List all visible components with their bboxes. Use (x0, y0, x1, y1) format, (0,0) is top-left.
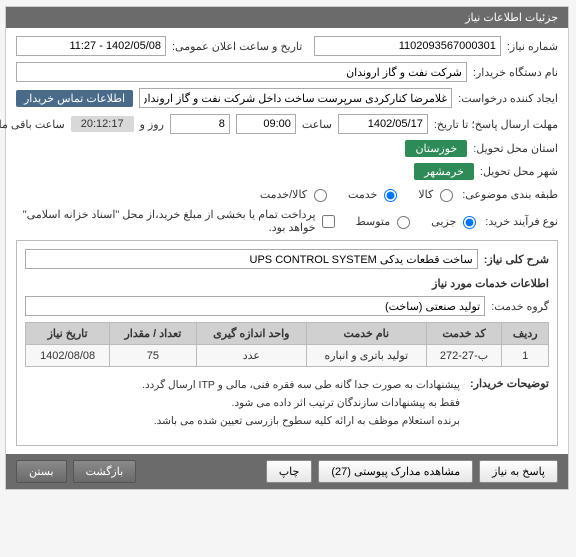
subject-classification-label: طبقه بندی موضوعی: (463, 188, 559, 201)
th-qty: تعداد / مقدار (111, 323, 197, 345)
attachments-button[interactable]: مشاهده مدارک پیوستی (27) (319, 460, 474, 483)
buyer-org-label: نام دستگاه خریدار: (474, 66, 559, 79)
deadline-days-label: روز و (141, 118, 165, 131)
remaining-time-badge: 20:12:17 (72, 116, 135, 132)
table-header-row: ردیف کد خدمت نام خدمت واحد اندازه گیری ت… (27, 323, 550, 345)
need-subject-field[interactable] (26, 249, 479, 269)
public-announce-label: تاریخ و ساعت اعلان عمومی: (173, 40, 303, 53)
th-unit: واحد اندازه گیری (197, 323, 307, 345)
buy-type-option-minor[interactable]: جزیی (432, 213, 480, 229)
back-button[interactable]: بازگشت (74, 460, 138, 483)
cell-code: ب-27-272 (427, 345, 503, 367)
cell-name: تولید باتری و انباره (308, 345, 428, 367)
services-section-title: اطلاعات خدمات مورد نیاز (26, 277, 550, 290)
deadline-date-field[interactable] (339, 114, 429, 134)
close-button[interactable]: بستن (17, 460, 68, 483)
panel-title: جزئیات اطلاعات نیاز (7, 7, 569, 28)
need-details-panel: جزئیات اطلاعات نیاز شماره نیاز: تاریخ و … (6, 6, 570, 490)
buyer-notes-text: پیشنهادات به صورت جدا گانه طی سه فقره فن… (26, 377, 465, 431)
th-idx: ردیف (503, 323, 550, 345)
subject-cls-option-both[interactable]: کالا/خدمت (261, 186, 331, 202)
details-inner-box: شرح کلی نیاز: اطلاعات خدمات مورد نیاز گر… (17, 240, 559, 446)
city-label: شهر محل تحویل: (481, 165, 559, 178)
deadline-days-field[interactable] (171, 114, 231, 134)
reply-button[interactable]: پاسخ به نیاز (480, 460, 559, 483)
cell-date: 1402/08/08 (27, 345, 111, 367)
panel-body: شماره نیاز: تاریخ و ساعت اعلان عمومی: نا… (7, 28, 569, 454)
cell-qty: 75 (111, 345, 197, 367)
creator-field[interactable] (140, 88, 453, 108)
cell-unit: عدد (197, 345, 307, 367)
th-code: کد خدمت (427, 323, 503, 345)
remaining-time-label: ساعت باقی مانده (0, 118, 66, 131)
th-date: تاریخ نیاز (27, 323, 111, 345)
buy-type-label: نوع فرآیند خرید: (486, 215, 559, 228)
cell-idx: 1 (503, 345, 550, 367)
creator-label: ایجاد کننده درخواست: (459, 92, 559, 105)
service-group-field[interactable] (26, 296, 486, 316)
buy-type-group: نوع فرآیند خرید: جزیی متوسط پرداخت تمام … (17, 208, 559, 234)
need-number-label: شماره نیاز: (508, 40, 559, 53)
service-group-label: گروه خدمت: (492, 300, 550, 313)
subject-classification-group: طبقه بندی موضوعی: کالا خدمت کالا/خدمت (17, 186, 559, 202)
buyer-contact-button[interactable]: اطلاعات تماس خریدار (17, 90, 134, 107)
deadline-label: مهلت ارسال پاسخ؛ تا تاریخ: (435, 118, 559, 131)
th-name: نام خدمت (308, 323, 428, 345)
need-number-field[interactable] (315, 36, 501, 56)
city-badge: خرمشهر (415, 163, 475, 180)
buyer-org-field[interactable] (17, 62, 468, 82)
services-table: ردیف کد خدمت نام خدمت واحد اندازه گیری ت… (26, 322, 550, 367)
buyer-notes-label: توضیحات خریدار: (471, 377, 550, 390)
buy-type-note: پرداخت تمام یا بخشی از مبلغ خرید،از محل … (17, 208, 339, 234)
province-badge: خوزستان (406, 140, 468, 157)
table-row[interactable]: 1 ب-27-272 تولید باتری و انباره عدد 75 1… (27, 345, 550, 367)
public-announce-field[interactable] (17, 36, 167, 56)
subject-cls-option-service[interactable]: خدمت (349, 186, 401, 202)
buy-type-option-medium[interactable]: متوسط (357, 213, 415, 229)
footer-bar: پاسخ به نیاز مشاهده مدارک پیوستی (27) چا… (7, 454, 569, 489)
deadline-time-label: ساعت (303, 118, 333, 131)
print-button[interactable]: چاپ (267, 460, 314, 483)
province-label: استان محل تحویل: (474, 142, 559, 155)
need-subject-label: شرح کلی نیاز: (485, 253, 550, 266)
subject-cls-option-goods[interactable]: کالا (419, 186, 457, 202)
deadline-time-field[interactable] (237, 114, 297, 134)
